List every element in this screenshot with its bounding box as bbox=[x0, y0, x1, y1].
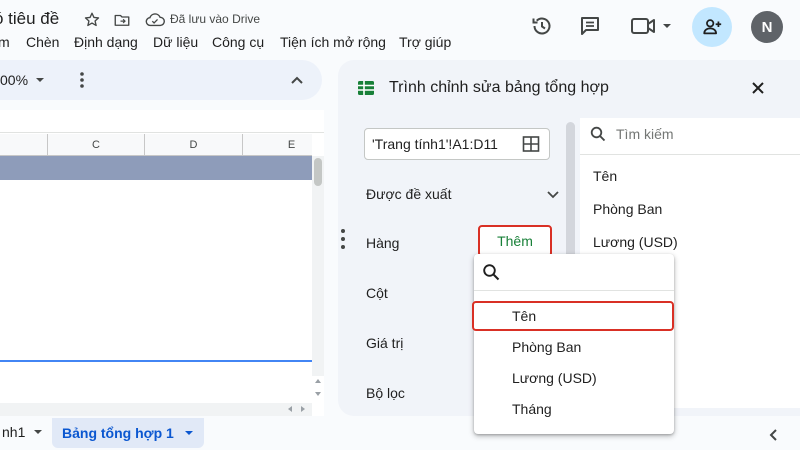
menu-item-data[interactable]: Dữ liệu bbox=[153, 34, 198, 50]
data-range-value: 'Trang tính1'!A1:D11 bbox=[372, 136, 498, 152]
cloud-saved-icon[interactable] bbox=[145, 11, 165, 29]
field-search-input[interactable]: Tìm kiếm bbox=[616, 126, 674, 142]
dropdown-option-thang[interactable]: Tháng bbox=[512, 401, 552, 417]
vertical-scrollbar[interactable] bbox=[312, 156, 324, 376]
panel-title: Trình chỉnh sửa bảng tổng hợp bbox=[389, 79, 609, 96]
menu-item-partial[interactable]: m bbox=[0, 34, 10, 50]
suggested-section-label[interactable]: Được đề xuất bbox=[366, 186, 451, 202]
share-button[interactable] bbox=[692, 7, 732, 47]
formula-bar[interactable] bbox=[0, 110, 324, 133]
collapse-menus-icon[interactable] bbox=[290, 73, 304, 87]
tab-pivot-table[interactable]: Bảng tổng hợp 1 bbox=[52, 418, 204, 448]
column-header-e[interactable]: E bbox=[243, 134, 341, 156]
vertical-scroll-thumb[interactable] bbox=[314, 158, 322, 186]
column-header-c[interactable]: C bbox=[48, 134, 145, 156]
more-options-icon[interactable] bbox=[79, 71, 85, 89]
menu-item-format[interactable]: Định dạng bbox=[74, 34, 138, 50]
dropdown-option-luong[interactable]: Lương (USD) bbox=[512, 370, 597, 386]
fields-divider bbox=[580, 154, 800, 155]
move-to-folder-icon[interactable] bbox=[113, 11, 131, 29]
meet-video-icon[interactable] bbox=[630, 14, 674, 38]
chevron-down-icon[interactable] bbox=[184, 428, 194, 438]
columns-section-label: Cột bbox=[366, 285, 388, 301]
selected-row-highlight bbox=[0, 156, 312, 180]
search-icon[interactable] bbox=[482, 263, 500, 281]
scroll-left-arrow-icon[interactable] bbox=[286, 405, 294, 413]
menu-item-help[interactable]: Trợ giúp bbox=[399, 34, 451, 50]
zoom-level[interactable]: 00% bbox=[0, 72, 28, 88]
sheets-table-icon bbox=[357, 80, 375, 96]
filter-section-label: Bộ lọc bbox=[366, 385, 405, 401]
horizontal-scrollbar[interactable] bbox=[0, 403, 312, 416]
field-item[interactable]: Tên bbox=[593, 168, 617, 184]
avatar[interactable]: N bbox=[751, 11, 783, 43]
scroll-up-arrow-icon[interactable] bbox=[314, 377, 322, 385]
selection-border bbox=[0, 360, 312, 362]
chevron-left-icon[interactable] bbox=[767, 428, 779, 442]
saved-status: Đã lưu vào Drive bbox=[170, 12, 261, 26]
comments-icon[interactable] bbox=[578, 14, 602, 38]
scroll-down-arrow-icon[interactable] bbox=[314, 390, 322, 398]
column-header-d[interactable]: D bbox=[145, 134, 243, 156]
add-person-icon bbox=[703, 19, 722, 35]
select-range-grid-icon[interactable] bbox=[522, 135, 540, 153]
field-item[interactable]: Lương (USD) bbox=[593, 234, 678, 250]
star-icon[interactable] bbox=[83, 11, 101, 29]
dropdown-option-highlight bbox=[472, 301, 674, 331]
close-icon[interactable] bbox=[751, 81, 765, 95]
menu-item-tools[interactable]: Công cụ bbox=[212, 34, 264, 50]
chevron-down-icon[interactable] bbox=[547, 190, 559, 200]
values-section-label: Giá trị bbox=[366, 335, 404, 351]
chevron-down-icon[interactable] bbox=[35, 72, 45, 88]
add-row-button[interactable]: Thêm bbox=[478, 225, 552, 257]
dropdown-option-phong-ban[interactable]: Phòng Ban bbox=[512, 339, 581, 355]
column-divider bbox=[47, 134, 48, 156]
scroll-right-arrow-icon[interactable] bbox=[299, 405, 307, 413]
field-item[interactable]: Phòng Ban bbox=[593, 201, 662, 217]
menu-item-insert[interactable]: Chèn bbox=[26, 34, 59, 50]
tab-sheet1-label: nh1 bbox=[2, 424, 26, 440]
document-title[interactable]: ó tiêu đề bbox=[0, 9, 59, 29]
toolbar bbox=[0, 60, 322, 100]
menu-item-extensions[interactable]: Tiện ích mở rộng bbox=[280, 34, 386, 50]
search-icon bbox=[590, 126, 606, 142]
rows-section-label: Hàng bbox=[366, 235, 400, 251]
tab-sheet1[interactable]: nh1 bbox=[0, 418, 53, 446]
tab-pivot-label: Bảng tổng hợp 1 bbox=[62, 425, 174, 441]
version-history-icon[interactable] bbox=[530, 14, 554, 38]
chevron-down-icon[interactable] bbox=[33, 427, 43, 437]
drag-handle-icon[interactable] bbox=[340, 228, 346, 250]
dropdown-divider bbox=[474, 290, 674, 291]
